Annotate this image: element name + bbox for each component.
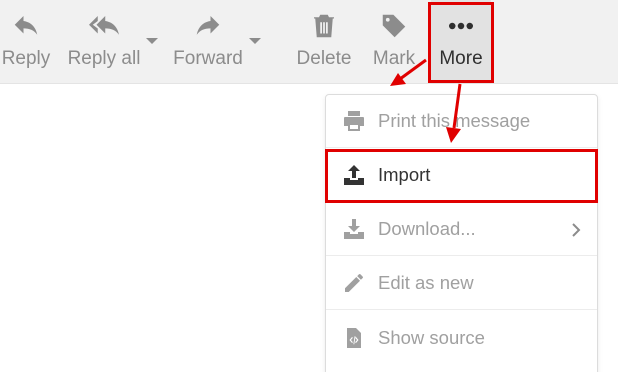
more-label: More <box>439 48 483 69</box>
reply-label: Reply <box>1 48 51 69</box>
more-button[interactable]: More <box>431 0 491 84</box>
delete-button[interactable]: Delete <box>294 0 354 84</box>
reply-all-label: Reply all <box>67 48 141 69</box>
menu-item-label: Show source <box>378 326 485 348</box>
menu-item-print[interactable]: Print this message <box>326 95 597 148</box>
forward-label: Forward <box>173 48 243 69</box>
forward-dropdown-caret[interactable] <box>248 36 262 46</box>
mark-label: Mark <box>372 48 416 69</box>
reply-all-icon <box>87 9 121 43</box>
pencil-icon <box>341 270 367 296</box>
mark-button[interactable]: Mark <box>368 0 420 84</box>
menu-item-download[interactable]: Download... <box>326 203 597 256</box>
menu-item-label: Import <box>378 164 431 185</box>
delete-label: Delete <box>296 48 352 69</box>
menu-item-import[interactable]: Import <box>326 149 597 202</box>
menu-item-label: Download... <box>378 218 476 239</box>
reply-icon <box>9 9 43 43</box>
download-icon <box>341 216 367 242</box>
menu-item-label: Print this message <box>378 110 531 131</box>
forward-icon <box>191 9 225 43</box>
trash-icon <box>307 9 341 43</box>
chevron-right-icon <box>572 223 581 237</box>
reply-all-dropdown-caret[interactable] <box>145 36 159 46</box>
reply-button[interactable]: Reply <box>0 0 52 84</box>
message-toolbar: Reply Reply all Forward Delete Mark More <box>0 0 618 84</box>
more-dropdown-menu: Print this message Import Download... Ed… <box>325 94 598 372</box>
menu-item-label: Edit as new <box>378 272 474 293</box>
ellipsis-icon <box>444 9 478 43</box>
tag-icon <box>377 9 411 43</box>
menu-item-show-source[interactable]: Show source <box>326 311 597 364</box>
printer-icon <box>341 108 367 134</box>
menu-item-edit-as-new[interactable]: Edit as new <box>326 257 597 310</box>
code-file-icon <box>341 325 367 351</box>
reply-all-button[interactable]: Reply all <box>64 0 144 84</box>
upload-icon <box>341 162 367 188</box>
forward-button[interactable]: Forward <box>168 0 248 84</box>
